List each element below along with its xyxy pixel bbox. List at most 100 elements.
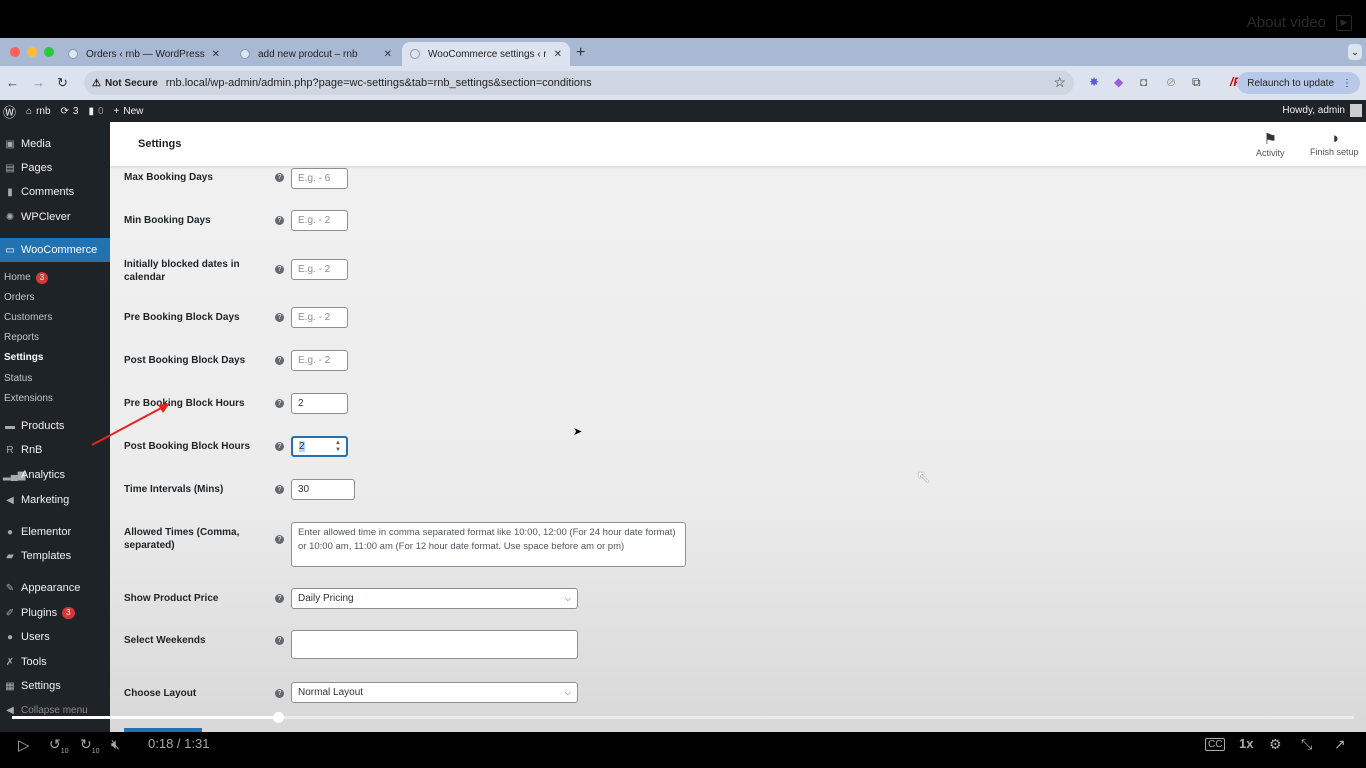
submenu-home[interactable]: Home 3 [4, 272, 49, 284]
rewind-10-icon[interactable]: ↺10 [49, 736, 69, 755]
exit-fullscreen-icon[interactable]: ⤡ [1301, 736, 1312, 753]
about-video-button[interactable]: About video ▶ [1247, 14, 1352, 31]
initially-blocked-dates-input[interactable]: E.g. - 2 [291, 259, 348, 280]
show-product-price-select[interactable]: Daily Pricing ⌵ [291, 588, 578, 609]
minimize-window-button[interactable] [27, 47, 37, 57]
compass-icon[interactable]: ⊘ [1166, 75, 1176, 89]
help-icon[interactable]: ? [275, 265, 284, 274]
help-icon[interactable]: ? [275, 313, 284, 322]
sidebar-item-comments[interactable]: ▮ Comments [0, 181, 110, 203]
activity-button[interactable]: ⚑ Activity [1256, 130, 1285, 158]
playback-speed-button[interactable]: 1x [1239, 736, 1253, 751]
number-spinner-icon[interactable]: ▲ ▼ [335, 440, 341, 454]
new-content-link[interactable]: + New [114, 106, 144, 117]
video-progress-bar[interactable] [12, 712, 1354, 723]
sidebar-item-tools[interactable]: ✗ Tools [0, 651, 110, 673]
submenu-reports[interactable]: Reports [4, 332, 39, 343]
sidebar-item-marketing[interactable]: ◀ Marketing [0, 489, 110, 511]
forward-arrow-icon[interactable]: → [32, 75, 45, 90]
help-icon[interactable]: ? [275, 594, 284, 603]
choose-layout-select[interactable]: Normal Layout ⌵ [291, 682, 578, 703]
page-title: Settings [138, 138, 182, 150]
bookmark-star-icon[interactable]: ☆ [1053, 74, 1066, 91]
browser-tab[interactable]: Orders ‹ rnb — WordPress ✕ [60, 42, 228, 66]
mute-icon[interactable]: 🔇︎ [111, 736, 120, 753]
sidebar-item-label: RnB [21, 444, 43, 456]
wordpress-logo-icon[interactable]: Ⓦ [3, 102, 16, 121]
settings-gear-icon[interactable]: ⚙ [1269, 736, 1282, 753]
sidebar-item-pages[interactable]: ▤ Pages [0, 157, 110, 179]
back-arrow-icon[interactable]: ← [6, 75, 19, 90]
maximize-window-button[interactable] [44, 47, 54, 57]
time-intervals-input[interactable]: 30 [291, 479, 355, 500]
updates-link[interactable]: ⟳ 3 [61, 106, 79, 117]
kebab-menu-icon[interactable]: ⋮ [1342, 78, 1352, 89]
help-icon[interactable]: ? [275, 689, 284, 698]
new-tab-button[interactable]: + [576, 44, 585, 62]
min-booking-days-input[interactable]: E.g. - 2 [291, 210, 348, 231]
allowed-times-textarea[interactable]: Enter allowed time in comma separated fo… [291, 522, 686, 567]
relaunch-button[interactable]: Relaunch to update ⋮ [1237, 72, 1360, 94]
sidebar-item-products[interactable]: ▬ Products [0, 415, 110, 437]
help-icon[interactable]: ? [275, 636, 284, 645]
captions-icon[interactable]: CC [1205, 738, 1226, 751]
close-tab-icon[interactable]: ✕ [384, 49, 392, 60]
help-icon[interactable]: ? [275, 356, 284, 365]
close-tab-icon[interactable]: ✕ [212, 49, 220, 60]
open-external-icon[interactable]: ↗ [1334, 736, 1346, 753]
extensions-puzzle-icon[interactable]: ⧉ [1192, 75, 1201, 90]
extension-gear-icon[interactable]: ✸ [1089, 75, 1099, 89]
help-icon[interactable]: ? [275, 399, 284, 408]
help-icon[interactable]: ? [275, 485, 284, 494]
browser-tab-active[interactable]: WooCommerce settings ‹ rnb ✕ [402, 42, 570, 66]
help-icon[interactable]: ? [275, 173, 284, 182]
close-window-button[interactable] [10, 47, 20, 57]
sidebar-item-label: Pages [21, 162, 53, 174]
submenu-orders[interactable]: Orders [4, 292, 35, 303]
extension-feather-icon[interactable]: ◆ [1114, 75, 1123, 89]
submenu-extensions[interactable]: Extensions [4, 393, 53, 404]
sidebar-item-wpclever[interactable]: ✺ WPClever [0, 206, 110, 228]
post-booking-block-hours-input[interactable]: 2 ▲ ▼ [291, 436, 348, 457]
reload-icon[interactable]: ↻ [57, 75, 68, 91]
finish-setup-button[interactable]: ◑ Finish setup [1310, 130, 1359, 157]
browser-tab[interactable]: add new prodcut – rnb ✕ [232, 42, 400, 66]
account-menu[interactable]: Howdy, admin [1282, 104, 1362, 117]
sidebar-item-plugins[interactable]: ✐ Plugins 3 [0, 602, 110, 624]
url-field[interactable]: ⚠ Not Secure rnb.local/wp-admin/admin.php… [84, 71, 1074, 95]
sidebar-item-label: Templates [21, 550, 72, 562]
folder-icon: ▰ [6, 550, 14, 562]
pre-booking-block-hours-input[interactable]: 2 [291, 393, 348, 414]
sidebar-item-label: Comments [21, 186, 75, 198]
sidebar-item-analytics[interactable]: ▂▄▆ Analytics [0, 464, 110, 486]
sidebar-item-label: Analytics [21, 469, 66, 481]
site-name-link[interactable]: ⌂ rnb [26, 106, 51, 117]
sidebar-item-elementor[interactable]: ● Elementor [0, 521, 110, 543]
camera-icon[interactable]: ◘ [1140, 75, 1147, 89]
sidebar-item-users[interactable]: ● Users [0, 626, 110, 648]
help-icon[interactable]: ? [275, 216, 284, 225]
help-icon[interactable]: ? [275, 535, 284, 544]
select-weekends-multiselect[interactable] [291, 630, 578, 659]
submenu-status[interactable]: Status [4, 373, 32, 384]
tab-search-chevron-icon[interactable]: ⌄ [1348, 44, 1362, 60]
submenu-customers[interactable]: Customers [4, 312, 52, 323]
sidebar-item-settings[interactable]: ▦ Settings [0, 675, 110, 697]
max-booking-days-input[interactable]: E.g. - 6 [291, 168, 348, 189]
comments-link[interactable]: ▮ 0 [88, 106, 103, 117]
forward-10-icon[interactable]: ↻10 [80, 736, 100, 755]
sidebar-item-rnb[interactable]: R RnB [0, 439, 110, 461]
submenu-settings[interactable]: Settings [4, 352, 43, 363]
sidebar-item-label: Tools [21, 656, 47, 668]
pre-booking-block-days-input[interactable]: E.g. - 2 [291, 307, 348, 328]
sidebar-item-media[interactable]: ▣ Media [0, 133, 110, 155]
sidebar-item-templates[interactable]: ▰ Templates [0, 545, 110, 567]
sidebar-item-appearance[interactable]: ✎ Appearance [0, 577, 110, 599]
security-indicator[interactable]: ⚠ Not Secure [84, 78, 166, 89]
close-tab-icon[interactable]: ✕ [554, 49, 562, 60]
post-booking-block-days-input[interactable]: E.g. - 2 [291, 350, 348, 371]
sidebar-item-woocommerce[interactable]: ▭ WooCommerce [0, 238, 110, 262]
play-icon[interactable]: ▷ [18, 736, 30, 754]
progress-scrubber[interactable] [272, 712, 284, 723]
help-icon[interactable]: ? [275, 442, 284, 451]
